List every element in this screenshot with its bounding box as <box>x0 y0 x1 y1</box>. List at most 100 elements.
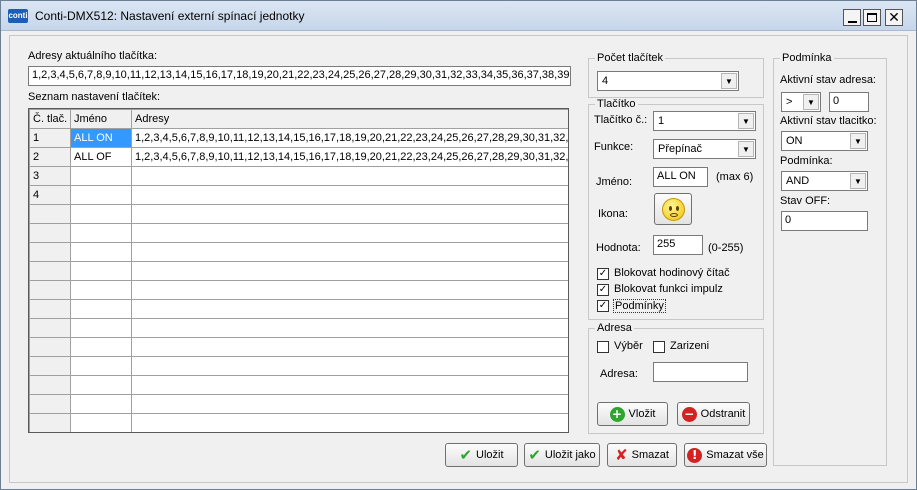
cell-number[interactable] <box>29 204 71 224</box>
device-checkbox[interactable] <box>653 341 665 353</box>
cell-number[interactable]: 2 <box>29 147 71 167</box>
buttons-table[interactable]: Č. tlač. Jméno Adresy 1 ALL ON 1,2,3,4,5,6… <box>28 108 569 433</box>
save-as-button[interactable]: ✔ Uložit jako <box>524 443 600 467</box>
cell-number[interactable] <box>29 356 71 376</box>
cell-addresses[interactable] <box>131 185 568 205</box>
table-row[interactable] <box>29 318 568 338</box>
table-row[interactable] <box>29 261 568 281</box>
active-address-label: Aktivní stav adresa: <box>780 74 876 86</box>
cell-addresses[interactable] <box>131 223 568 243</box>
cell-addresses[interactable] <box>131 261 568 281</box>
button-number-select[interactable]: 1 ▼ <box>653 111 756 131</box>
cell-name[interactable] <box>70 299 132 319</box>
cell-number[interactable] <box>29 223 71 243</box>
cell-name[interactable] <box>70 261 132 281</box>
cell-number[interactable] <box>29 413 71 432</box>
table-row[interactable]: 4 <box>29 185 568 205</box>
table-row[interactable] <box>29 223 568 243</box>
cell-number[interactable] <box>29 242 71 262</box>
table-row[interactable] <box>29 394 568 414</box>
block-clock-checkbox[interactable]: ✓ <box>597 268 609 280</box>
cell-addresses[interactable] <box>131 318 568 338</box>
cell-addresses[interactable] <box>131 166 568 186</box>
cell-addresses[interactable] <box>131 242 568 262</box>
operator-select[interactable]: > ▼ <box>781 92 821 112</box>
cell-name[interactable] <box>70 185 132 205</box>
cell-addresses[interactable] <box>131 299 568 319</box>
remove-button[interactable]: − Odstranit <box>677 402 750 426</box>
cell-addresses[interactable] <box>131 375 568 395</box>
cell-name[interactable]: ALL ON <box>70 128 132 148</box>
cell-addresses[interactable] <box>131 356 568 376</box>
save-button[interactable]: ✔ Uložit <box>445 443 518 467</box>
cell-name[interactable] <box>70 375 132 395</box>
select-label: Výběr <box>614 340 643 352</box>
maximize-button[interactable] <box>863 9 881 26</box>
cell-number[interactable] <box>29 280 71 300</box>
cell-name[interactable] <box>70 204 132 224</box>
name-input[interactable]: ALL ON <box>653 167 708 187</box>
close-button[interactable]: ✕ <box>885 9 903 26</box>
cell-name[interactable] <box>70 337 132 357</box>
column-header-number[interactable]: Č. tlač. <box>29 109 71 129</box>
cell-name[interactable] <box>70 223 132 243</box>
cell-addresses[interactable] <box>131 337 568 357</box>
cell-name[interactable] <box>70 280 132 300</box>
column-header-name[interactable]: Jméno <box>70 109 132 129</box>
cell-name[interactable] <box>70 318 132 338</box>
addresses-field[interactable]: 1,2,3,4,5,6,7,8,9,10,11,12,13,14,15,16,1… <box>28 66 571 86</box>
icon-picker-button[interactable] <box>654 193 692 225</box>
cell-number[interactable] <box>29 261 71 281</box>
cell-number[interactable] <box>29 337 71 357</box>
address-input[interactable] <box>653 362 748 382</box>
active-button-label: Aktivní stav tlacitko: <box>780 115 877 127</box>
cell-number[interactable] <box>29 375 71 395</box>
table-row[interactable]: 1 ALL ON 1,2,3,4,5,6,7,8,9,10,11,12,13,14,… <box>29 128 568 148</box>
function-select[interactable]: Přepínač ▼ <box>653 139 756 159</box>
cell-addresses[interactable]: 1,2,3,4,5,6,7,8,9,10,11,12,13,14,15,16,1… <box>131 128 568 148</box>
table-row[interactable] <box>29 242 568 262</box>
table-row[interactable] <box>29 413 568 432</box>
cell-number[interactable]: 4 <box>29 185 71 205</box>
minimize-button[interactable] <box>843 9 861 26</box>
cell-number[interactable] <box>29 299 71 319</box>
active-button-select[interactable]: ON ▼ <box>781 131 868 151</box>
table-row[interactable] <box>29 299 568 319</box>
operand-input[interactable]: 0 <box>829 92 869 112</box>
delete-all-button[interactable]: ! Smazat vše <box>684 443 767 467</box>
table-row[interactable] <box>29 204 568 224</box>
cell-name[interactable] <box>70 356 132 376</box>
cell-name[interactable]: ALL OF <box>70 147 132 167</box>
cell-number[interactable]: 3 <box>29 166 71 186</box>
table-row[interactable] <box>29 280 568 300</box>
table-row[interactable]: 3 <box>29 166 568 186</box>
cell-addresses[interactable] <box>131 280 568 300</box>
conditions-checkbox[interactable]: ✓ <box>597 300 609 312</box>
table-row[interactable] <box>29 356 568 376</box>
off-state-input[interactable]: 0 <box>781 211 868 231</box>
condition-type-select[interactable]: AND ▼ <box>781 171 868 191</box>
cell-number[interactable] <box>29 318 71 338</box>
select-checkbox[interactable] <box>597 341 609 353</box>
table-row[interactable] <box>29 375 568 395</box>
table-row[interactable] <box>29 337 568 357</box>
delete-button[interactable]: ✘ Smazat <box>607 443 677 467</box>
cell-addresses[interactable] <box>131 413 568 432</box>
title-bar[interactable]: conti Conti-DMX512: Nastavení externí sp… <box>1 1 916 31</box>
button-count-select[interactable]: 4 ▼ <box>597 71 739 91</box>
button-number-label: Tlačítko č.: <box>594 114 648 126</box>
cell-addresses[interactable]: 1,2,3,4,5,6,7,8,9,10,11,12,13,14,15,16,1… <box>131 147 568 167</box>
cell-addresses[interactable] <box>131 204 568 224</box>
cell-name[interactable] <box>70 413 132 432</box>
cell-name[interactable] <box>70 242 132 262</box>
column-header-addresses[interactable]: Adresy <box>131 109 568 129</box>
table-row[interactable]: 2 ALL OF 1,2,3,4,5,6,7,8,9,10,11,12,13,14,… <box>29 147 568 167</box>
block-impulse-checkbox[interactable]: ✓ <box>597 284 609 296</box>
cell-name[interactable] <box>70 394 132 414</box>
cell-number[interactable] <box>29 394 71 414</box>
cell-name[interactable] <box>70 166 132 186</box>
add-button[interactable]: + Vložit <box>597 402 668 426</box>
cell-number[interactable]: 1 <box>29 128 71 148</box>
value-input[interactable]: 255 <box>653 235 703 255</box>
cell-addresses[interactable] <box>131 394 568 414</box>
